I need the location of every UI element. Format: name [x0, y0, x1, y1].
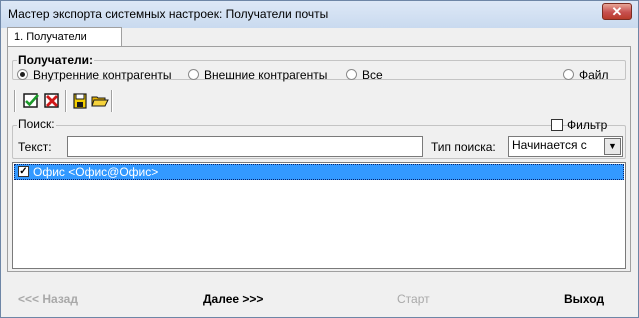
recipients-list[interactable]: ✓ Офис <Офис@Офис>	[12, 162, 626, 269]
exit-button[interactable]: Выход	[564, 292, 604, 306]
tab-recipients[interactable]: 1. Получатели почты	[7, 27, 122, 61]
radio-file-label[interactable]: Файл	[579, 68, 609, 82]
list-item-checkbox[interactable]: ✓	[18, 166, 29, 177]
window-title: Мастер экспорта системных настроек: Полу…	[8, 7, 329, 21]
search-type-label: Тип поиска:	[431, 140, 496, 154]
radio-external[interactable]	[188, 69, 199, 80]
close-icon: ✕	[611, 4, 623, 19]
save-button[interactable]	[71, 92, 89, 110]
search-legend: Поиск:	[17, 117, 56, 131]
search-type-value: Начинается с	[512, 138, 587, 152]
recipients-legend: Получатели:	[17, 53, 94, 67]
filter-checkbox[interactable]	[551, 119, 563, 131]
radio-file[interactable]	[563, 69, 574, 80]
radio-internal-label[interactable]: Внутренние контрагенты	[33, 68, 172, 82]
uncheck-all-icon	[44, 93, 59, 108]
check-all-button[interactable]	[22, 92, 40, 110]
text-label: Текст:	[18, 140, 52, 154]
list-item[interactable]: ✓ Офис <Офис@Офис>	[14, 164, 624, 180]
client-area: 1. Получатели почты Получатели: Внутренн…	[6, 27, 633, 311]
save-icon	[73, 93, 87, 109]
toolbar-separator	[65, 90, 67, 112]
next-button[interactable]: Далее >>>	[203, 292, 263, 306]
tab-panel: Получатели: Внутренние контрагенты Внешн…	[7, 46, 631, 272]
back-button[interactable]: <<< Назад	[18, 292, 78, 306]
close-button[interactable]: ✕	[602, 3, 632, 20]
start-button[interactable]: Старт	[397, 292, 430, 306]
wizard-window: Мастер экспорта системных настроек: Полу…	[0, 0, 639, 318]
list-item-label: Офис <Офис@Офис>	[33, 165, 159, 179]
radio-internal[interactable]	[17, 69, 28, 80]
radio-all-label[interactable]: Все	[362, 68, 383, 82]
toolbar-grip	[14, 90, 16, 112]
title-bar: Мастер экспорта системных настроек: Полу…	[1, 1, 638, 28]
open-button[interactable]	[91, 92, 109, 110]
search-text-input[interactable]	[67, 136, 423, 157]
filter-label[interactable]: Фильтр	[567, 118, 607, 132]
search-type-dropdown-button[interactable]: ▼	[604, 138, 621, 155]
toolbar-separator-end	[111, 90, 113, 112]
check-all-icon	[23, 93, 39, 108]
chevron-down-icon: ▼	[608, 141, 617, 151]
radio-external-label[interactable]: Внешние контрагенты	[204, 68, 327, 82]
open-folder-icon	[91, 96, 109, 107]
radio-all[interactable]	[346, 69, 357, 80]
uncheck-all-button[interactable]	[43, 92, 61, 110]
